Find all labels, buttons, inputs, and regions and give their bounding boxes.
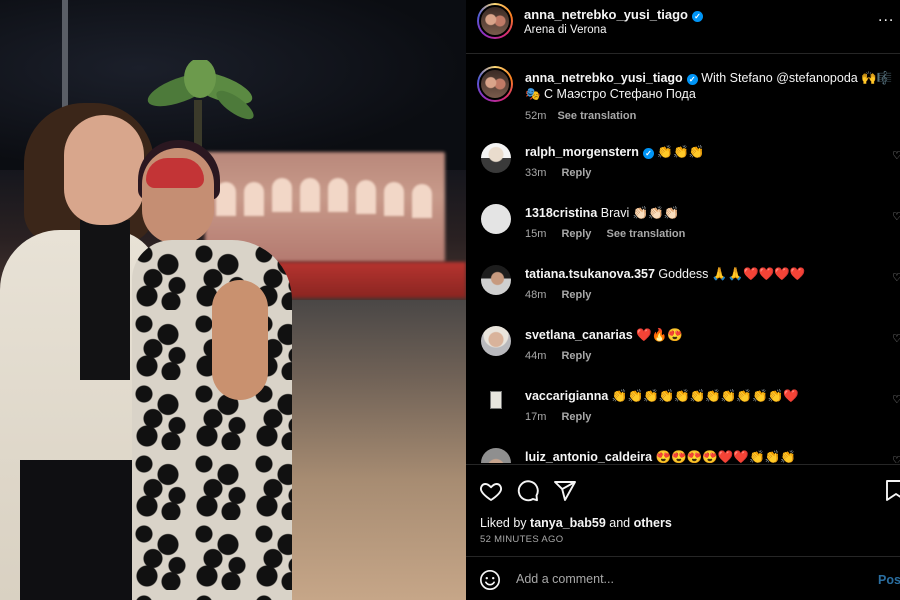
comment-item: vaccarigianna 👏👏👏👏👏👏👏👏👏👏👏❤️ 17m Reply ♡ bbox=[466, 387, 900, 442]
comment-item: ralph_morgenstern ✓ 👏👏👏 33m Reply ♡ bbox=[466, 143, 900, 198]
reply-button[interactable]: Reply bbox=[561, 228, 591, 240]
reply-button[interactable]: Reply bbox=[561, 350, 591, 362]
street-lamp bbox=[62, 0, 68, 120]
comment-meta: 44m Reply bbox=[525, 350, 591, 362]
post-location[interactable]: Arena di Verona bbox=[524, 24, 606, 36]
comment-time: 48m bbox=[525, 289, 547, 301]
comment-text: svetlana_canarias ❤️🔥😍 bbox=[525, 328, 683, 343]
liked-by-prefix: Liked by bbox=[480, 516, 527, 530]
comment-body: 👏👏👏👏👏👏👏👏👏👏👏❤️ bbox=[611, 389, 799, 403]
reply-button[interactable]: Reply bbox=[561, 411, 591, 423]
comment-text: ralph_morgenstern ✓ 👏👏👏 bbox=[525, 145, 704, 160]
reply-button[interactable]: Reply bbox=[561, 167, 591, 179]
woman-dress bbox=[132, 240, 292, 600]
post-actions: Liked by tanya_bab59 and others 52 MINUT… bbox=[466, 464, 900, 600]
verified-badge-icon: ✓ bbox=[692, 11, 703, 22]
share-icon[interactable] bbox=[553, 479, 577, 503]
caption-username[interactable]: anna_netrebko_yusi_tiago bbox=[525, 71, 683, 85]
commenter-avatar[interactable] bbox=[481, 143, 511, 173]
comment-like-icon[interactable]: ♡ bbox=[892, 454, 900, 463]
caption-avatar[interactable] bbox=[477, 66, 513, 102]
comments-list[interactable]: anna_netrebko_yusi_tiago ✓ With Stefano @… bbox=[466, 55, 900, 463]
comment-text: 1318cristina Bravi 👏🏻👏🏻👏🏻 bbox=[525, 206, 679, 221]
commenter-avatar[interactable] bbox=[481, 387, 511, 417]
more-options-icon[interactable]: ... bbox=[878, 8, 900, 26]
add-comment-input[interactable] bbox=[516, 567, 846, 591]
commenter-avatar[interactable] bbox=[481, 326, 511, 356]
comment-body: Goddess 🙏🙏❤️❤️❤️❤️ bbox=[658, 267, 806, 281]
comment-text: vaccarigianna 👏👏👏👏👏👏👏👏👏👏👏❤️ bbox=[525, 389, 799, 404]
comment-like-icon[interactable]: ♡ bbox=[892, 271, 900, 283]
see-translation-link[interactable]: See translation bbox=[557, 110, 636, 122]
commenter-username[interactable]: tatiana.tsukanova.357 bbox=[525, 267, 655, 281]
comment-time: 44m bbox=[525, 350, 547, 362]
see-translation-link[interactable]: See translation bbox=[607, 228, 686, 240]
comment-body: 😍😍😍😍❤️❤️👏👏👏 bbox=[655, 450, 796, 463]
author-username[interactable]: anna_netrebko_yusi_tiago ✓ bbox=[524, 7, 703, 22]
heart-icon[interactable] bbox=[479, 479, 503, 503]
man-face bbox=[64, 115, 144, 225]
arena-arch bbox=[412, 184, 432, 218]
commenter-avatar[interactable] bbox=[481, 204, 511, 234]
author-avatar[interactable] bbox=[477, 3, 513, 39]
comment-time: 17m bbox=[525, 411, 547, 423]
arena-arch bbox=[384, 182, 404, 216]
man-shirt bbox=[80, 220, 130, 380]
verified-badge-icon: ✓ bbox=[642, 148, 654, 159]
add-comment-bar: Post bbox=[466, 556, 900, 600]
caption-time: 52m bbox=[525, 110, 547, 122]
comment-like-icon[interactable]: ♡ bbox=[892, 332, 900, 344]
caption-text: anna_netrebko_yusi_tiago ✓ With Stefano @… bbox=[525, 70, 897, 102]
emoji-icon[interactable] bbox=[479, 569, 501, 591]
commenter-avatar[interactable] bbox=[481, 448, 511, 463]
comment-meta: 33m Reply bbox=[525, 167, 591, 179]
post-photo[interactable] bbox=[0, 0, 466, 600]
caption-meta: 52m See translation bbox=[525, 110, 636, 122]
arena-arch bbox=[244, 182, 264, 216]
post-time-ago[interactable]: 52 MINUTES AGO bbox=[480, 534, 563, 545]
liked-by-and: and bbox=[609, 516, 631, 530]
comment-like-icon[interactable]: ♡ bbox=[892, 210, 900, 222]
comment-icon[interactable] bbox=[516, 479, 540, 503]
comment-body: 👏👏👏 bbox=[657, 145, 705, 159]
reply-button[interactable]: Reply bbox=[561, 289, 591, 301]
comment-time: 33m bbox=[525, 167, 547, 179]
commenter-username[interactable]: svetlana_canarias bbox=[525, 328, 633, 342]
comment-meta: 17m Reply bbox=[525, 411, 591, 423]
palm-tree bbox=[147, 60, 254, 150]
commenter-avatar[interactable] bbox=[481, 265, 511, 295]
comment-text: tatiana.tsukanova.357 Goddess 🙏🙏❤️❤️❤️❤️ bbox=[525, 267, 805, 282]
comment-item: tatiana.tsukanova.357 Goddess 🙏🙏❤️❤️❤️❤️… bbox=[466, 265, 900, 320]
comment-meta: 48m Reply bbox=[525, 289, 591, 301]
comment-item: 1318cristina Bravi 👏🏻👏🏻👏🏻 15m Reply See … bbox=[466, 204, 900, 259]
commenter-username[interactable]: luiz_antonio_caldeira bbox=[525, 450, 652, 463]
post-comment-button[interactable]: Post bbox=[878, 573, 900, 587]
comment-body: Bravi 👏🏻👏🏻👏🏻 bbox=[600, 206, 680, 220]
post-header: anna_netrebko_yusi_tiago ✓ Arena di Veron… bbox=[466, 0, 900, 54]
arena-arch bbox=[272, 178, 292, 212]
man-trousers bbox=[20, 460, 140, 600]
comment-like-icon[interactable]: ♡ bbox=[892, 149, 900, 161]
liked-by-others[interactable]: others bbox=[634, 516, 672, 530]
comment-meta: 15m Reply See translation bbox=[525, 228, 685, 240]
woman-face-paint bbox=[146, 158, 204, 188]
comment-item: svetlana_canarias ❤️🔥😍 44m Reply ♡ bbox=[466, 326, 900, 381]
liked-by-text: Liked by tanya_bab59 and others bbox=[480, 516, 672, 530]
comment-item: luiz_antonio_caldeira 😍😍😍😍❤️❤️👏👏👏 ♡ bbox=[466, 448, 900, 463]
woman-arm bbox=[212, 280, 268, 400]
verified-badge-icon: ✓ bbox=[686, 74, 698, 85]
comment-body: ❤️🔥😍 bbox=[636, 328, 683, 342]
commenter-username[interactable]: ralph_morgenstern bbox=[525, 145, 639, 159]
commenter-username[interactable]: vaccarigianna bbox=[525, 389, 608, 403]
arena-arch bbox=[300, 178, 320, 212]
commenter-username[interactable]: 1318cristina bbox=[525, 206, 597, 220]
arena-arch bbox=[328, 178, 348, 212]
liked-by-user[interactable]: tanya_bab59 bbox=[530, 516, 606, 530]
bookmark-icon[interactable] bbox=[886, 479, 900, 503]
comment-like-icon[interactable]: ♡ bbox=[892, 393, 900, 405]
arena-arch bbox=[356, 180, 376, 214]
comment-text: luiz_antonio_caldeira 😍😍😍😍❤️❤️👏👏👏 bbox=[525, 450, 796, 463]
post-side-panel: anna_netrebko_yusi_tiago ✓ Arena di Veron… bbox=[466, 0, 900, 600]
comment-time: 15m bbox=[525, 228, 547, 240]
